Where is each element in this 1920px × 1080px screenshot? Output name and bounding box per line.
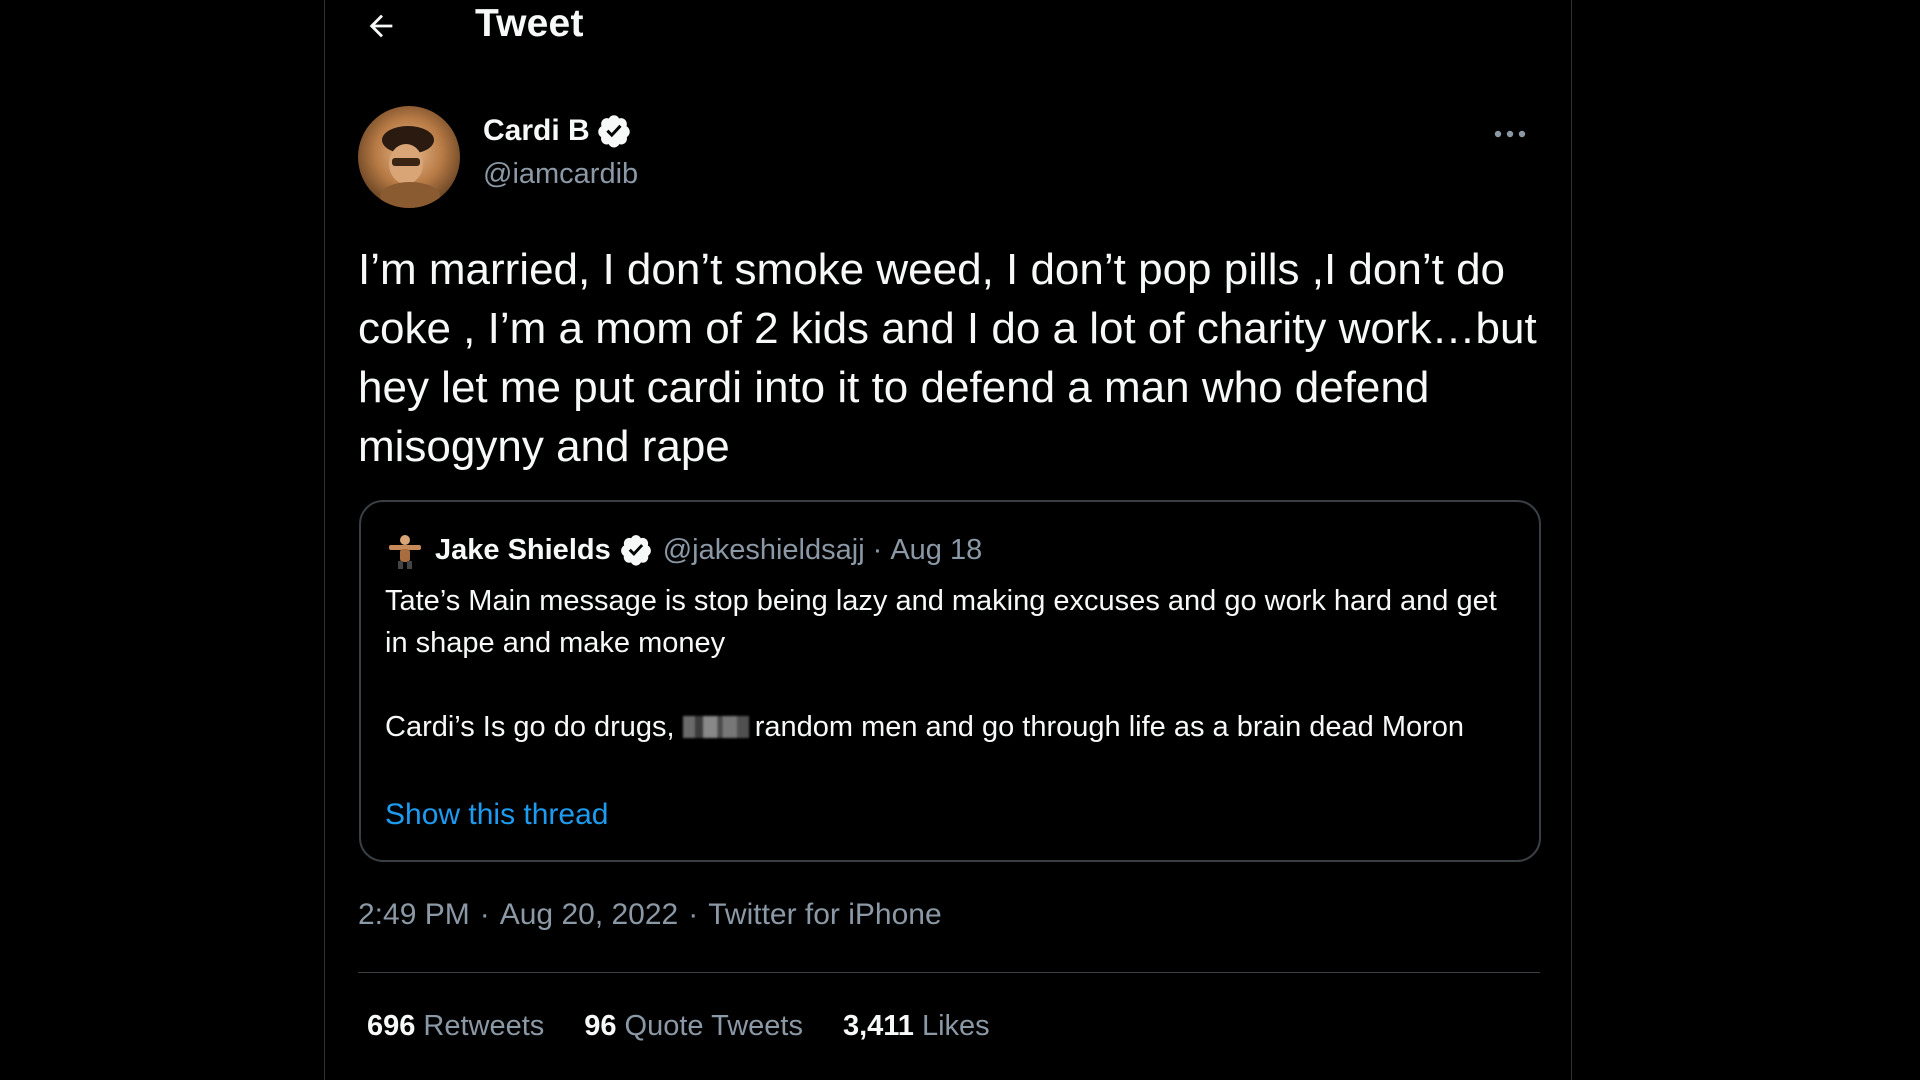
quote-tweets-count: 96	[584, 1010, 617, 1042]
divider	[358, 972, 1540, 973]
quoted-avatar	[385, 530, 425, 570]
more-options-button[interactable]	[1485, 116, 1535, 152]
tweet-date[interactable]: Aug 20, 2022	[500, 898, 679, 932]
verified-badge-icon	[596, 113, 632, 149]
page-title: Tweet	[475, 2, 584, 45]
quoted-paragraph-2: Cardi’s Is go do drugs, random men and g…	[385, 706, 1505, 748]
quoted-author-name: Jake Shields	[435, 533, 611, 566]
quoted-tweet[interactable]: Jake Shields @jakeshieldsajj · Aug 18 Ta…	[359, 500, 1541, 862]
avatar[interactable]	[358, 106, 460, 208]
quoted-tweet-header: Jake Shields @jakeshieldsajj · Aug 18	[385, 530, 982, 570]
quoted-date: Aug 18	[890, 533, 983, 566]
quoted-tweet-text: Tate’s Main message is stop being lazy a…	[385, 580, 1505, 748]
quoted-verified-badge-icon	[619, 533, 653, 567]
author-name[interactable]: Cardi B	[483, 113, 632, 149]
meta-separator-2: ·	[688, 898, 699, 931]
tweet-source[interactable]: Twitter for iPhone	[708, 898, 941, 932]
arrow-left-icon	[369, 14, 393, 38]
author-handle[interactable]: @iamcardib	[483, 158, 638, 191]
likes-count: 3,411	[842, 1010, 914, 1042]
quoted-paragraph-2-end: random men and go through life as a brai…	[754, 711, 1465, 743]
quote-tweets-label: Quote Tweets	[624, 1010, 803, 1042]
tweet-time[interactable]: 2:49 PM	[358, 898, 470, 932]
page-header: Tweet	[325, 0, 1571, 56]
tweet-text: I’m married, I don’t smoke weed, I don’t…	[358, 245, 1549, 471]
meta-separator: ·	[479, 898, 490, 931]
quoted-paragraph-2-start: Cardi’s Is go do drugs,	[385, 711, 675, 743]
show-thread-link[interactable]: Show this thread	[385, 798, 608, 832]
quoted-author-handle: @jakeshieldsajj	[662, 533, 865, 566]
likes-stat[interactable]: 3,411 Likes	[843, 1010, 990, 1043]
tweet-column: Tweet Cardi B @iamcardib I’m married, I …	[324, 0, 1572, 1080]
quote-tweets-stat[interactable]: 96 Quote Tweets	[584, 1010, 803, 1043]
author-name-text: Cardi B	[483, 114, 590, 147]
retweets-count: 696	[367, 1010, 416, 1042]
retweets-label: Retweets	[423, 1010, 545, 1042]
avatar-image	[358, 106, 460, 208]
quoted-separator: ·	[872, 533, 883, 566]
tweet-meta: 2:49 PM · Aug 20, 2022 · Twitter for iPh…	[358, 898, 942, 932]
more-horizontal-icon	[1494, 130, 1526, 138]
back-button[interactable]	[359, 6, 403, 46]
retweets-stat[interactable]: 696 Retweets	[367, 1010, 544, 1043]
likes-label: Likes	[921, 1010, 990, 1042]
quoted-paragraph-1: Tate’s Main message is stop being lazy a…	[385, 585, 1497, 659]
censored-word-blur	[682, 716, 749, 738]
page: Tweet Cardi B @iamcardib I’m married, I …	[0, 0, 1920, 1080]
tweet-stats: 696 Retweets 96 Quote Tweets 3,411 Likes	[367, 1010, 1030, 1043]
